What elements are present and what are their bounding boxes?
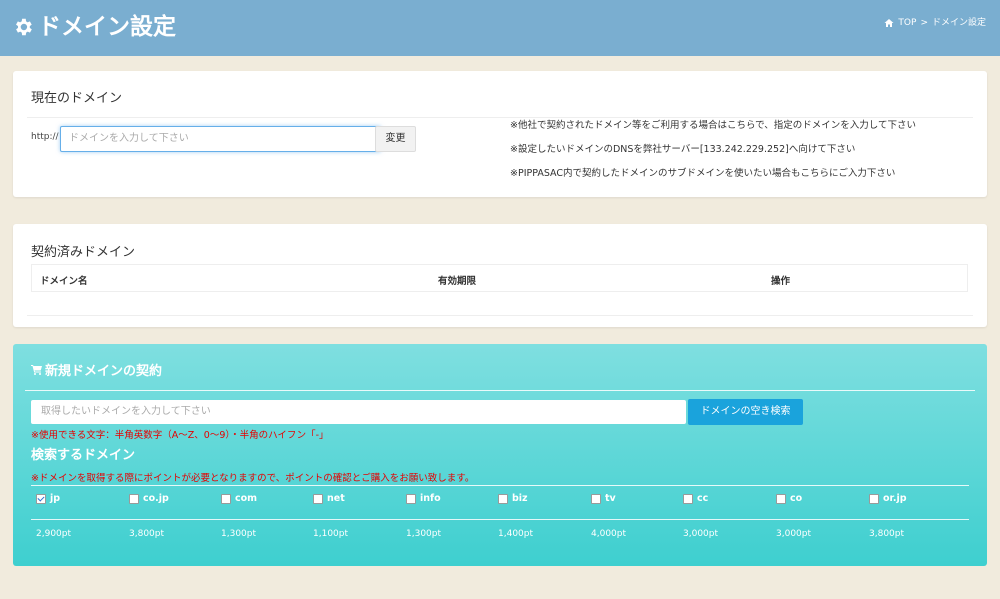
tld-label: cc [697,493,709,504]
divider [27,315,973,316]
checkbox-icon[interactable] [313,493,323,504]
divider [25,390,975,391]
new-domain-title: 新規ドメインの契約 [45,364,163,379]
tld-option-jp[interactable]: jp [36,493,60,504]
page-title: ドメイン設定 [38,14,176,40]
tld-label: co [790,493,803,504]
tld-option-info[interactable]: info [406,493,441,504]
tld-price: 3,000pt [776,529,812,539]
tld-option-or-jp[interactable]: or.jp [869,493,907,504]
tld-label: or.jp [883,493,907,504]
tld-price: 3,800pt [129,529,165,539]
current-domain-input[interactable] [60,126,381,152]
tld-label: com [235,493,258,504]
tld-option-biz[interactable]: biz [498,493,528,504]
tld-label: jp [50,493,61,504]
new-domain-title-wrap: 新規ドメインの契約 [31,360,162,379]
column-header-expiry: 有効期限 [438,276,477,287]
contracted-domains-title: 契約済みドメイン [31,245,136,260]
tld-label: tv [605,493,616,504]
tld-option-cc[interactable]: cc [683,493,708,504]
tld-option-co-jp[interactable]: co.jp [129,493,169,504]
divider [27,117,973,118]
note-line: ※設定したいドメインのDNSを弊社サーバー[133.242.229.252]へ向… [510,144,856,155]
current-domain-card: 現在のドメイン http:// 変更 ※他社で契約されたドメイン等をご利用する場… [13,71,987,197]
points-note: ※ドメインを取得する際にポイントが必要となりますので、ポイントの確認とご購入をお… [31,473,475,484]
divider [31,519,969,520]
domain-search-input[interactable] [31,400,686,424]
tld-option-co[interactable]: co [776,493,802,504]
domain-search-button[interactable]: ドメインの空き検索 [688,399,803,425]
checkbox-icon[interactable] [591,493,601,504]
domain-notes: ※他社で契約されたドメイン等をご利用する場合はこちらで、指定のドメインを入力して… [510,120,916,192]
note-line: ※PIPPASAC内で契約したドメインのサブドメインを使いたい場合もこちらにご入… [510,168,896,179]
page-title-wrap: ドメイン設定 [12,12,176,42]
tld-price: 1,100pt [313,529,349,539]
checkbox-icon[interactable] [406,493,416,504]
current-domain-title: 現在のドメイン [31,91,123,106]
gear-icon [16,18,32,36]
tld-price: 1,300pt [221,529,257,539]
breadcrumb-top-link[interactable]: TOP [898,17,916,29]
checkbox-icon[interactable] [129,493,139,504]
tld-price: 4,000pt [591,529,627,539]
checkbox-icon[interactable] [683,493,693,504]
tld-label: biz [512,493,528,504]
breadcrumb-separator: > [920,18,928,28]
contracted-domains-card: 契約済みドメイン ドメイン名 有効期限 操作 [13,224,987,327]
tld-option-tv[interactable]: tv [591,493,616,504]
url-prefix: http:// [31,132,59,142]
note-line: ※他社で契約されたドメイン等をご利用する場合はこちらで、指定のドメインを入力して… [510,120,917,131]
tld-price: 3,800pt [869,529,905,539]
divider [31,485,969,486]
tld-label: net [327,493,345,504]
tld-label: info [420,493,441,504]
breadcrumb-current: ドメイン設定 [931,18,986,28]
column-header-actions: 操作 [771,276,791,287]
tld-price: 3,000pt [683,529,719,539]
checkbox-icon[interactable] [776,493,786,504]
change-button[interactable]: 変更 [375,126,416,152]
checkbox-icon[interactable] [869,493,879,504]
home-icon [884,19,894,27]
tld-price: 1,400pt [498,529,534,539]
checkbox-icon[interactable] [36,493,46,504]
checkbox-icon[interactable] [498,493,508,504]
checkbox-icon[interactable] [221,493,231,504]
tld-label: co.jp [143,493,169,504]
allowed-characters-note: ※使用できる文字：半角英数字（A〜Z、0〜9）・半角のハイフン「-」 [31,430,329,441]
new-domain-panel: 新規ドメインの契約 ドメインの空き検索 ※使用できる文字：半角英数字（A〜Z、0… [13,344,987,566]
search-domains-title: 検索するドメイン [31,448,136,463]
tld-option-com[interactable]: com [221,493,257,504]
tld-price: 1,300pt [406,529,442,539]
page-header: ドメイン設定 TOP > ドメイン設定 [0,0,1000,56]
breadcrumb: TOP > ドメイン設定 [884,17,986,29]
contracted-domains-table: ドメイン名 有効期限 操作 [31,264,968,292]
tld-price: 2,900pt [36,529,72,539]
tld-option-net[interactable]: net [313,493,345,504]
column-header-domain: ドメイン名 [40,276,88,287]
cart-icon [31,365,42,375]
